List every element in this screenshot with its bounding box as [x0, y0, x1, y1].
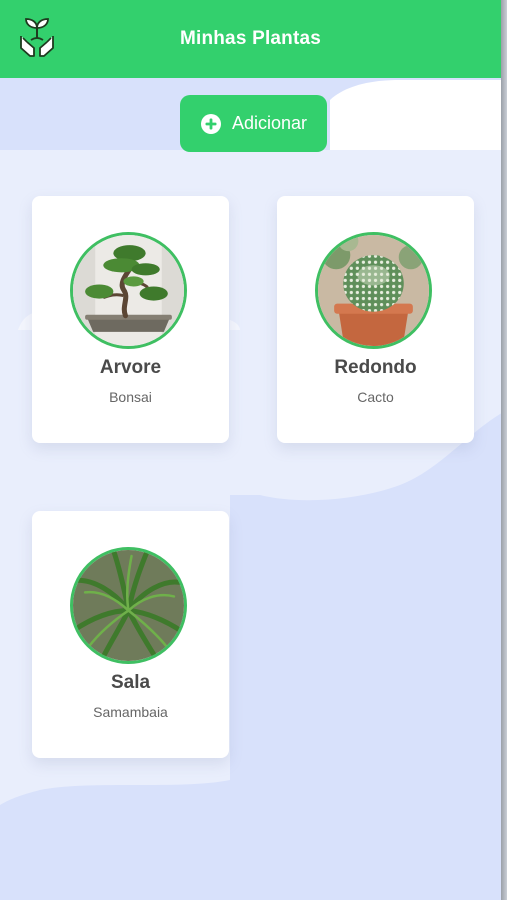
- fern-photo: [70, 547, 187, 664]
- plus-circle-icon: [200, 113, 221, 134]
- plant-name: Sala: [110, 672, 151, 693]
- page-title: Minhas Plantas: [179, 28, 322, 49]
- plant-species: Samambaia: [93, 704, 168, 720]
- plant-name: Arvore: [99, 357, 162, 378]
- plant-species: Cacto: [357, 389, 394, 405]
- app-screen: Minhas Plantas Adicionar Arvore Bonsai R…: [0, 0, 507, 900]
- add-plant-button[interactable]: Adicionar: [180, 95, 327, 152]
- plant-card-sala[interactable]: Sala Samambaia: [32, 511, 229, 758]
- hands-holding-sprout-icon: [20, 18, 54, 57]
- cactus-photo: [315, 232, 432, 349]
- plant-name: Redondo: [334, 357, 417, 378]
- plant-card-arvore[interactable]: Arvore Bonsai: [32, 196, 229, 443]
- add-button-label: Adicionar: [231, 113, 308, 133]
- app-header: Minhas Plantas: [0, 0, 501, 78]
- plant-card-redondo[interactable]: Redondo Cacto: [277, 196, 474, 443]
- scrollbar-edge: [501, 0, 507, 900]
- bonsai-photo: [70, 232, 187, 349]
- plant-species: Bonsai: [109, 389, 152, 405]
